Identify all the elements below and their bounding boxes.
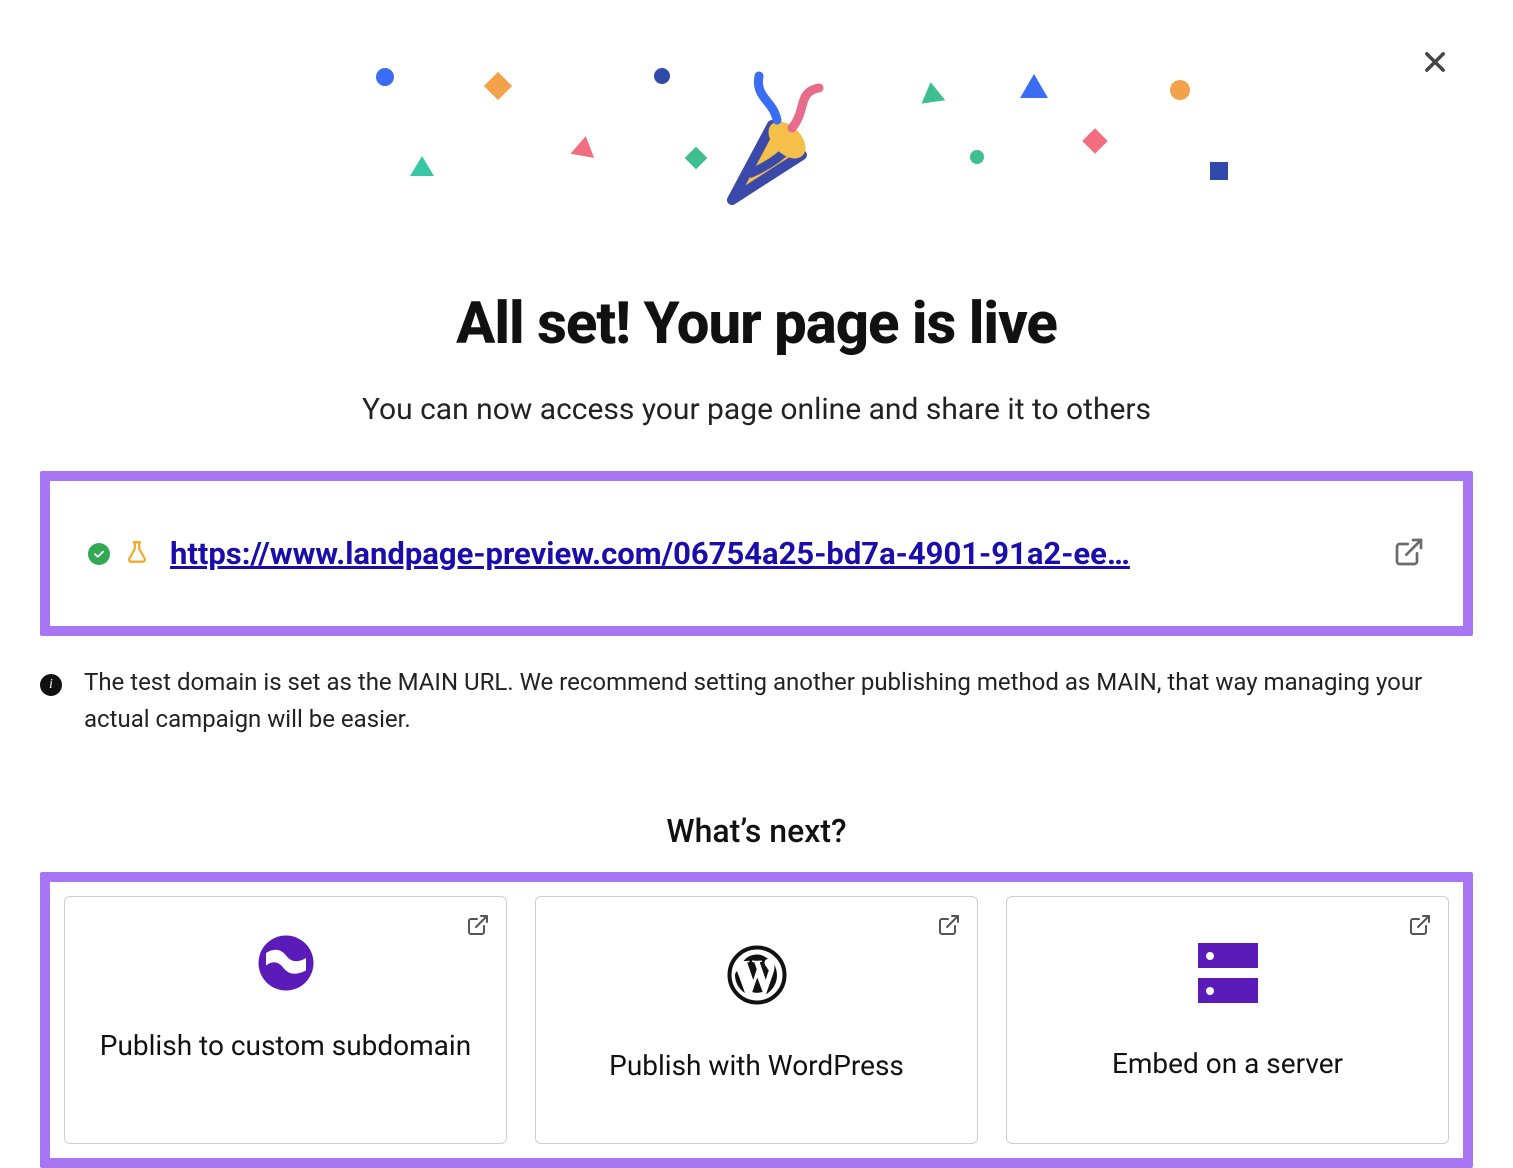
wordpress-icon xyxy=(727,945,787,1005)
modal-headline: All set! Your page is live xyxy=(40,290,1473,358)
publish-wordpress-card[interactable]: Publish with WordPress xyxy=(535,896,978,1144)
card-title: Publish to custom subdomain xyxy=(100,1027,471,1065)
live-page-url[interactable]: https://www.landpage-preview.com/06754a2… xyxy=(170,535,1379,572)
next-options-panel: Publish to custom subdomain Publish with… xyxy=(40,872,1473,1168)
embed-server-card[interactable]: Embed on a server xyxy=(1006,896,1449,1144)
confetti-illustration xyxy=(40,52,1473,212)
info-message: i The test domain is set as the MAIN URL… xyxy=(40,664,1473,738)
party-popper-icon xyxy=(677,70,837,210)
flask-icon xyxy=(124,539,150,569)
whats-next-heading: What’s next? xyxy=(40,812,1473,850)
card-title: Embed on a server xyxy=(1112,1045,1343,1083)
globe-icon xyxy=(256,933,316,993)
open-external-icon xyxy=(466,913,490,941)
info-icon: i xyxy=(40,674,62,696)
open-external-button[interactable] xyxy=(1393,536,1425,572)
open-external-icon xyxy=(937,913,961,941)
card-title: Publish with WordPress xyxy=(609,1047,904,1085)
live-url-panel: https://www.landpage-preview.com/06754a2… xyxy=(40,471,1473,636)
open-external-icon xyxy=(1408,913,1432,941)
publish-custom-subdomain-card[interactable]: Publish to custom subdomain xyxy=(64,896,507,1144)
server-icon xyxy=(1198,943,1258,1003)
status-check-icon xyxy=(88,543,110,565)
info-text: The test domain is set as the MAIN URL. … xyxy=(84,664,1473,738)
modal-subhead: You can now access your page online and … xyxy=(40,392,1473,427)
